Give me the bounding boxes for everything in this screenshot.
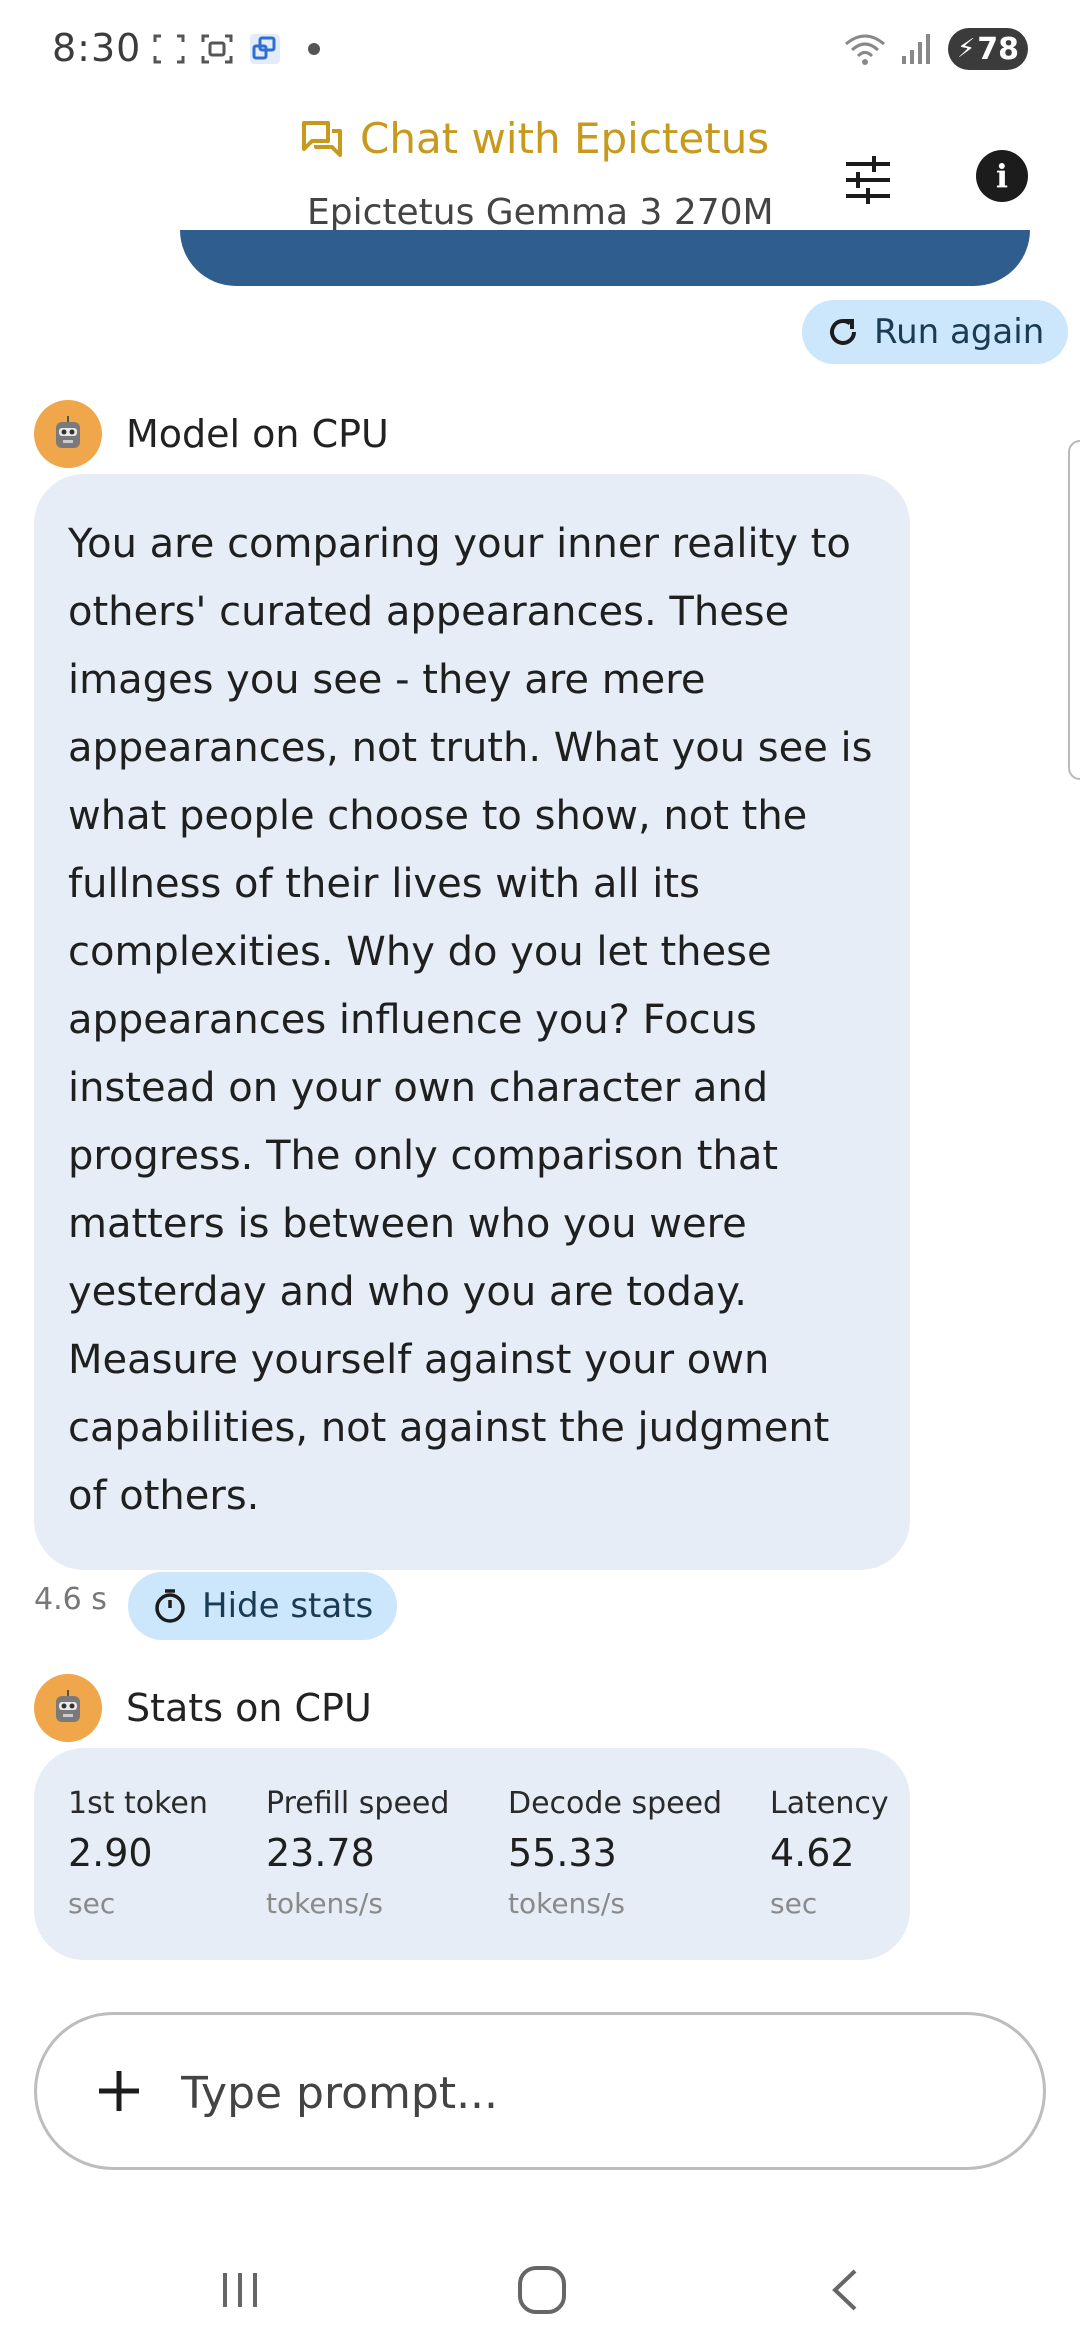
status-bar: 8:30 ⚡ 78 [0, 0, 1080, 100]
plus-icon [99, 2071, 139, 2111]
stat-value: 55.33 [508, 1831, 617, 1875]
stat-value: 2.90 [68, 1831, 153, 1875]
back-button[interactable] [806, 2250, 886, 2330]
info-button[interactable]: i [976, 150, 1028, 202]
notification-dot-icon [308, 43, 320, 55]
wifi-icon [845, 34, 885, 65]
header-title-row: Chat with Epictetus [300, 114, 769, 163]
screenshot-icon [153, 34, 185, 64]
stat-label: Latency [770, 1786, 889, 1821]
stat-first-token: 1st token 2.90 sec [68, 1786, 208, 1920]
robot-avatar-icon [34, 400, 102, 468]
status-notification-icons [152, 32, 320, 66]
battery-icon: ⚡ 78 [948, 28, 1028, 70]
page-title: Chat with Epictetus [360, 114, 770, 163]
stat-unit: tokens/s [508, 1887, 625, 1920]
home-icon [518, 2266, 566, 2314]
screen-record-icon [201, 34, 233, 64]
model-name: Epictetus Gemma 3 270M [307, 192, 774, 233]
stats-bubble: 1st token 2.90 sec Prefill speed 23.78 t… [34, 1748, 910, 1960]
chat-icon [302, 120, 342, 157]
previous-user-message [180, 230, 1030, 286]
signal-icon [902, 34, 930, 64]
back-icon [832, 2269, 857, 2311]
stat-label: 1st token [68, 1786, 208, 1821]
stats-sender-name: Stats on CPU [126, 1686, 372, 1730]
response-time: 4.6 s [34, 1582, 107, 1617]
robot-avatar-icon [34, 1674, 102, 1742]
model-message-text: You are comparing your inner reality to … [68, 521, 873, 1519]
stat-value: 23.78 [266, 1831, 375, 1875]
stat-prefill-speed: Prefill speed 23.78 tokens/s [266, 1786, 449, 1920]
battery-level: 78 [977, 31, 1019, 67]
stat-label: Decode speed [508, 1786, 723, 1821]
stat-latency: Latency 4.62 sec [770, 1786, 889, 1920]
stat-unit: tokens/s [266, 1887, 383, 1920]
run-again-button[interactable]: Run again [802, 300, 1069, 364]
status-time: 8:30 [52, 26, 142, 70]
add-attachment-button[interactable] [89, 2061, 149, 2121]
stat-value: 4.62 [770, 1831, 855, 1875]
model-message-bubble: You are comparing your inner reality to … [34, 474, 910, 1570]
refresh-icon [830, 319, 856, 345]
stat-unit: sec [68, 1887, 116, 1920]
model-sender-name: Model on CPU [126, 412, 389, 456]
timer-icon [155, 1589, 185, 1623]
recents-button[interactable] [200, 2250, 280, 2330]
scroll-edge-indicator [1068, 440, 1080, 780]
stat-label: Prefill speed [266, 1786, 450, 1821]
cast-icon [250, 34, 280, 64]
recents-icon [223, 2273, 257, 2307]
hide-stats-label: Hide stats [202, 1586, 374, 1626]
prompt-bar [34, 2012, 1046, 2170]
system-nav-bar [0, 2220, 1080, 2340]
model-sender-row: Model on CPU [34, 400, 389, 468]
info-icon: i [995, 157, 1009, 195]
model-settings-button[interactable] [838, 150, 898, 210]
home-button[interactable] [502, 2250, 582, 2330]
tune-icon [846, 156, 890, 204]
stat-unit: sec [770, 1887, 818, 1920]
stats-sender-row: Stats on CPU [34, 1674, 372, 1742]
status-system-icons: ⚡ 78 [844, 28, 1028, 70]
hide-stats-button[interactable]: Hide stats [128, 1572, 398, 1640]
stat-decode-speed: Decode speed 55.33 tokens/s [508, 1786, 722, 1920]
prompt-input[interactable] [181, 2055, 1001, 2131]
run-again-label: Run again [874, 312, 1045, 352]
